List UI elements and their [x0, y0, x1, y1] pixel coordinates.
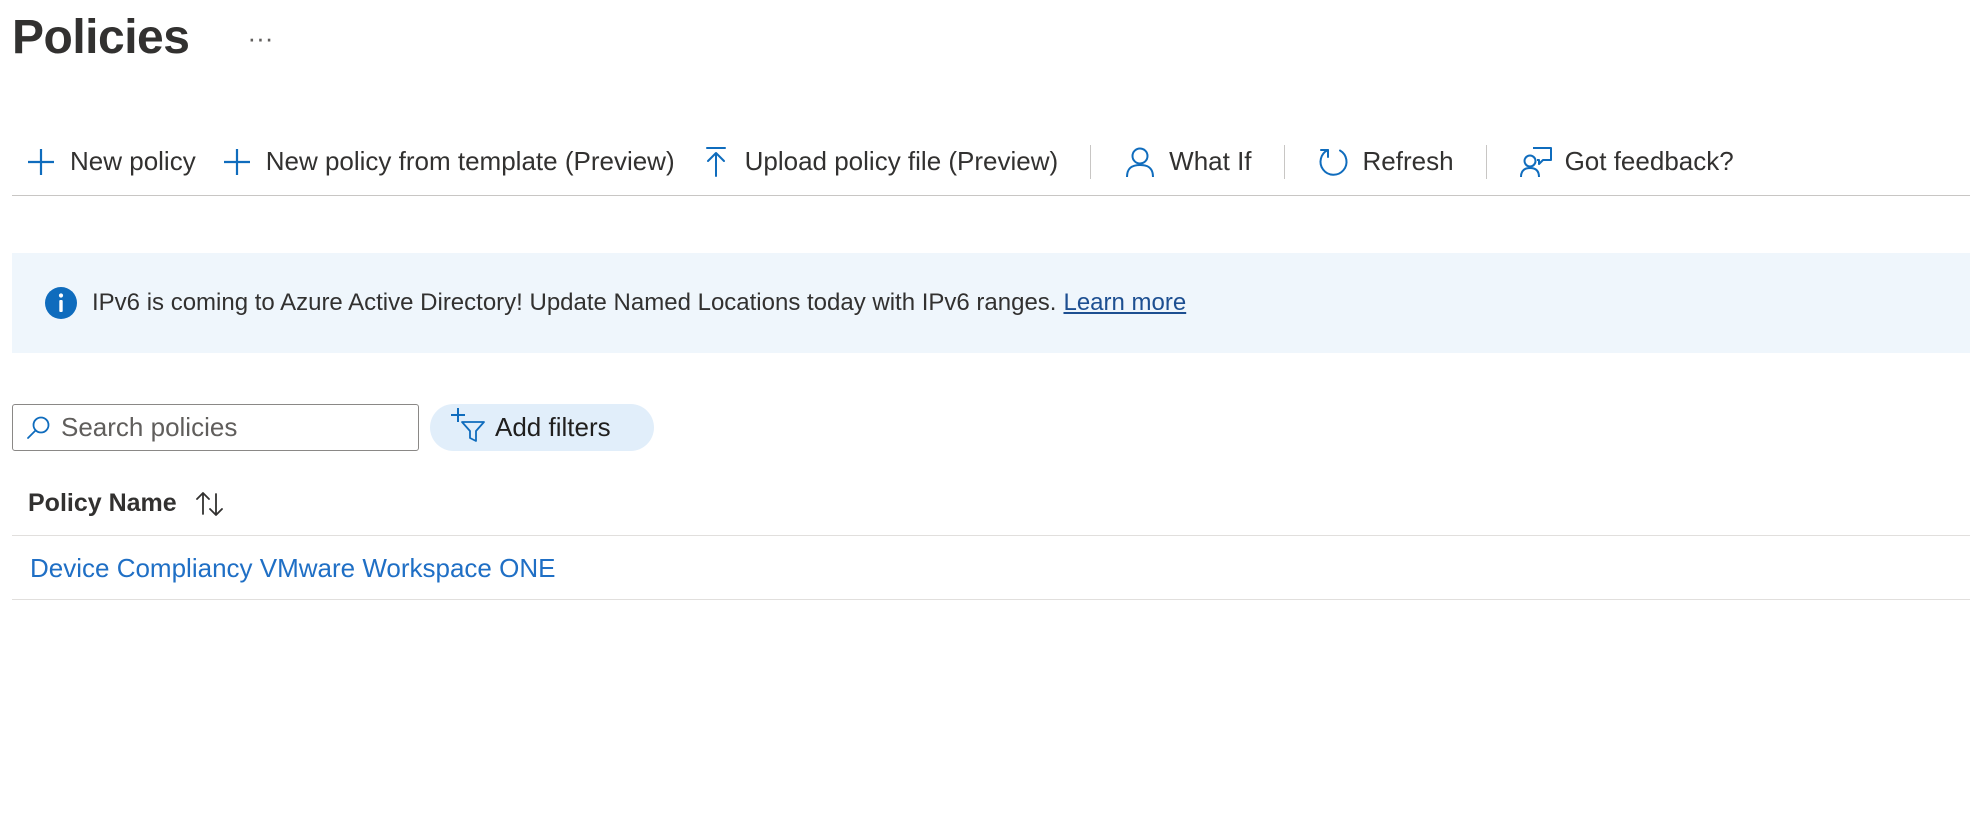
page-title: Policies	[12, 11, 190, 64]
plus-icon	[220, 145, 254, 179]
got-feedback-button[interactable]: Got feedback?	[1507, 134, 1746, 190]
sort-arrows-icon[interactable]	[193, 488, 227, 520]
what-if-button[interactable]: What If	[1111, 134, 1263, 190]
add-filters-label: Add filters	[495, 412, 611, 442]
learn-more-link[interactable]: Learn more	[1063, 289, 1186, 317]
toolbar-divider	[1283, 144, 1285, 179]
banner-message: IPv6 is coming to Azure Active Directory…	[92, 289, 1057, 316]
toolbar-divider	[1485, 144, 1487, 179]
table-header: Policy Name	[12, 472, 1970, 536]
upload-policy-file-label: Upload policy file (Preview)	[744, 146, 1059, 176]
add-filters-button[interactable]: Add filters	[430, 404, 654, 451]
page-header: Policies ···	[12, 10, 279, 65]
upload-icon	[699, 145, 733, 179]
refresh-label: Refresh	[1362, 146, 1454, 176]
table-row: Device Compliancy VMware Workspace ONE	[12, 537, 1970, 600]
info-icon	[44, 286, 78, 320]
add-filter-icon	[450, 406, 486, 444]
toolbar-divider	[1090, 144, 1092, 179]
search-input[interactable]	[61, 412, 401, 443]
search-icon	[25, 415, 51, 441]
search-box[interactable]	[12, 404, 419, 451]
person-icon	[1123, 145, 1157, 179]
got-feedback-label: Got feedback?	[1564, 146, 1734, 176]
column-header-policy-name[interactable]: Policy Name	[28, 489, 177, 518]
info-banner: IPv6 is coming to Azure Active Directory…	[12, 253, 1970, 353]
more-options-button[interactable]: ···	[241, 21, 279, 55]
policies-page: Policies ··· New policy New policy from …	[0, 0, 1970, 838]
plus-icon	[24, 145, 58, 179]
feedback-icon	[1519, 145, 1553, 179]
upload-policy-file-button[interactable]: Upload policy file (Preview)	[687, 134, 1071, 190]
refresh-icon	[1317, 145, 1351, 179]
policy-name-link[interactable]: Device Compliancy VMware Workspace ONE	[30, 553, 555, 584]
command-bar: New policy New policy from template (Pre…	[12, 128, 1970, 196]
new-policy-from-template-label: New policy from template (Preview)	[265, 146, 675, 176]
new-policy-from-template-button[interactable]: New policy from template (Preview)	[208, 134, 687, 190]
what-if-label: What If	[1169, 146, 1252, 176]
new-policy-label: New policy	[70, 146, 196, 176]
refresh-button[interactable]: Refresh	[1305, 134, 1466, 190]
new-policy-button[interactable]: New policy	[12, 134, 208, 190]
